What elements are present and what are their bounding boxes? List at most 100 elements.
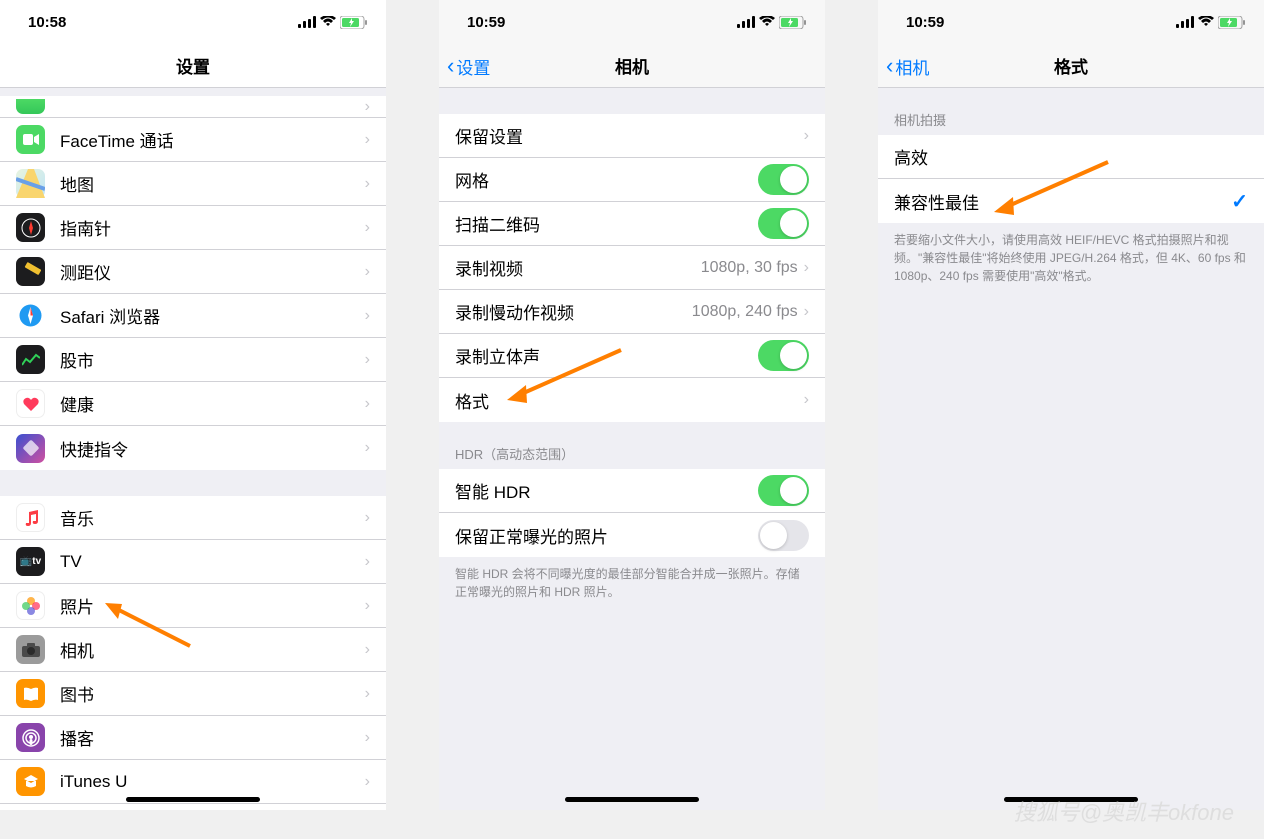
phone-settings: 10:58 设置 › bbox=[0, 0, 386, 810]
camera-icon bbox=[16, 635, 45, 664]
chevron-right-icon: › bbox=[365, 131, 370, 149]
toggle-scanqr[interactable] bbox=[758, 208, 809, 239]
wifi-icon bbox=[759, 16, 775, 28]
row-label: 扫描二维码 bbox=[455, 211, 758, 236]
signal-icon bbox=[298, 16, 316, 28]
list-item-music[interactable]: 音乐 › bbox=[0, 496, 386, 540]
chevron-right-icon: › bbox=[804, 303, 809, 321]
list-item-maps[interactable]: 地图 › bbox=[0, 162, 386, 206]
row-label: 录制慢动作视频 bbox=[455, 299, 692, 324]
row-scan-qr: 扫描二维码 bbox=[439, 202, 825, 246]
chevron-right-icon: › bbox=[365, 263, 370, 281]
back-button[interactable]: ‹ 设置 bbox=[447, 44, 490, 88]
app-icon bbox=[16, 99, 45, 114]
hdr-footer: 智能 HDR 会将不同曝光度的最佳部分智能合并成一张照片。存储正常曝光的照片和 … bbox=[439, 557, 825, 617]
battery-icon bbox=[779, 16, 807, 29]
row-high-efficiency[interactable]: 高效 bbox=[878, 135, 1264, 179]
list-label: 播客 bbox=[60, 725, 365, 750]
chevron-right-icon: › bbox=[365, 175, 370, 193]
nav-bar: ‹ 相机 格式 bbox=[878, 44, 1264, 88]
row-stereo: 录制立体声 bbox=[439, 334, 825, 378]
list-item-gamecenter[interactable]: Game Center › bbox=[0, 804, 386, 810]
back-button[interactable]: ‹ 相机 bbox=[886, 44, 929, 88]
chevron-right-icon: › bbox=[365, 509, 370, 527]
row-formats[interactable]: 格式 › bbox=[439, 378, 825, 422]
list-item-partial[interactable]: › bbox=[0, 96, 386, 118]
row-detail: 1080p, 240 fps bbox=[692, 303, 798, 321]
toggle-smart-hdr[interactable] bbox=[758, 475, 809, 506]
chevron-right-icon: › bbox=[365, 641, 370, 659]
list-label: 地图 bbox=[60, 171, 365, 196]
toggle-grid[interactable] bbox=[758, 164, 809, 195]
status-bar: 10:59 bbox=[439, 0, 825, 44]
podcasts-icon bbox=[16, 723, 45, 752]
list-item-tv[interactable]: 📺tv TV › bbox=[0, 540, 386, 584]
list-item-shortcuts[interactable]: 快捷指令 › bbox=[0, 426, 386, 470]
health-icon bbox=[16, 389, 45, 418]
row-label: 录制视频 bbox=[455, 255, 701, 280]
row-record-video[interactable]: 录制视频 1080p, 30 fps › bbox=[439, 246, 825, 290]
chevron-left-icon: ‹ bbox=[447, 53, 454, 79]
list-item-camera[interactable]: 相机 › bbox=[0, 628, 386, 672]
status-time: 10:58 bbox=[28, 14, 66, 31]
stocks-icon bbox=[16, 345, 45, 374]
chevron-right-icon: › bbox=[365, 98, 370, 116]
list-item-photos[interactable]: 照片 › bbox=[0, 584, 386, 628]
toggle-keep-normal[interactable] bbox=[758, 520, 809, 551]
list-label: 快捷指令 bbox=[60, 436, 365, 461]
signal-icon bbox=[1176, 16, 1194, 28]
toggle-stereo[interactable] bbox=[758, 340, 809, 371]
checkmark-icon: ✓ bbox=[1231, 189, 1248, 214]
chevron-right-icon: › bbox=[804, 391, 809, 409]
list-label: 相机 bbox=[60, 637, 365, 662]
row-most-compatible[interactable]: 兼容性最佳 ✓ bbox=[878, 179, 1264, 223]
row-grid: 网格 bbox=[439, 158, 825, 202]
list-item-facetime[interactable]: FaceTime 通话 › bbox=[0, 118, 386, 162]
list-item-health[interactable]: 健康 › bbox=[0, 382, 386, 426]
row-detail: 1080p, 30 fps bbox=[701, 259, 798, 277]
list-item-books[interactable]: 图书 › bbox=[0, 672, 386, 716]
phone-formats: 10:59 ‹ 相机 格式 相机拍摄 高效 兼容性最佳 ✓ bbox=[878, 0, 1264, 810]
chevron-right-icon: › bbox=[365, 773, 370, 791]
section-header-capture: 相机拍摄 bbox=[878, 88, 1264, 135]
list-label: 健康 bbox=[60, 391, 365, 416]
chevron-right-icon: › bbox=[365, 553, 370, 571]
status-time: 10:59 bbox=[906, 14, 944, 31]
list-item-stocks[interactable]: 股市 › bbox=[0, 338, 386, 382]
maps-icon bbox=[16, 169, 45, 198]
list-label: 股市 bbox=[60, 347, 365, 372]
nav-title: 格式 bbox=[1054, 53, 1088, 78]
watermark: 搜狐号@奥凯丰okfone bbox=[1014, 795, 1234, 827]
list-item-podcasts[interactable]: 播客 › bbox=[0, 716, 386, 760]
wifi-icon bbox=[320, 16, 336, 28]
row-label: 智能 HDR bbox=[455, 478, 758, 503]
tv-icon: 📺tv bbox=[16, 547, 45, 576]
status-bar: 10:58 bbox=[0, 0, 386, 44]
row-smart-hdr: 智能 HDR bbox=[439, 469, 825, 513]
status-bar: 10:59 bbox=[878, 0, 1264, 44]
chevron-right-icon: › bbox=[365, 685, 370, 703]
signal-icon bbox=[737, 16, 755, 28]
list-item-safari[interactable]: Safari 浏览器 › bbox=[0, 294, 386, 338]
books-icon bbox=[16, 679, 45, 708]
chevron-right-icon: › bbox=[804, 127, 809, 145]
phone-camera-settings: 10:59 ‹ 设置 相机 保留设置 › 网格 bbox=[439, 0, 825, 810]
back-label: 设置 bbox=[456, 54, 490, 79]
list-label: 图书 bbox=[60, 681, 365, 706]
chevron-right-icon: › bbox=[365, 307, 370, 325]
list-item-compass[interactable]: 指南针 › bbox=[0, 206, 386, 250]
row-label: 格式 bbox=[455, 388, 804, 413]
list-label: 照片 bbox=[60, 593, 365, 618]
list-label: Safari 浏览器 bbox=[60, 303, 365, 328]
row-label: 高效 bbox=[894, 144, 1248, 169]
nav-bar: ‹ 设置 相机 bbox=[439, 44, 825, 88]
chevron-right-icon: › bbox=[365, 439, 370, 457]
chevron-right-icon: › bbox=[365, 351, 370, 369]
row-preserve-settings[interactable]: 保留设置 › bbox=[439, 114, 825, 158]
nav-title: 设置 bbox=[176, 53, 210, 78]
chevron-right-icon: › bbox=[365, 597, 370, 615]
row-label: 保留正常曝光的照片 bbox=[455, 523, 758, 548]
row-record-slomo[interactable]: 录制慢动作视频 1080p, 240 fps › bbox=[439, 290, 825, 334]
chevron-right-icon: › bbox=[365, 395, 370, 413]
list-item-measure[interactable]: 测距仪 › bbox=[0, 250, 386, 294]
